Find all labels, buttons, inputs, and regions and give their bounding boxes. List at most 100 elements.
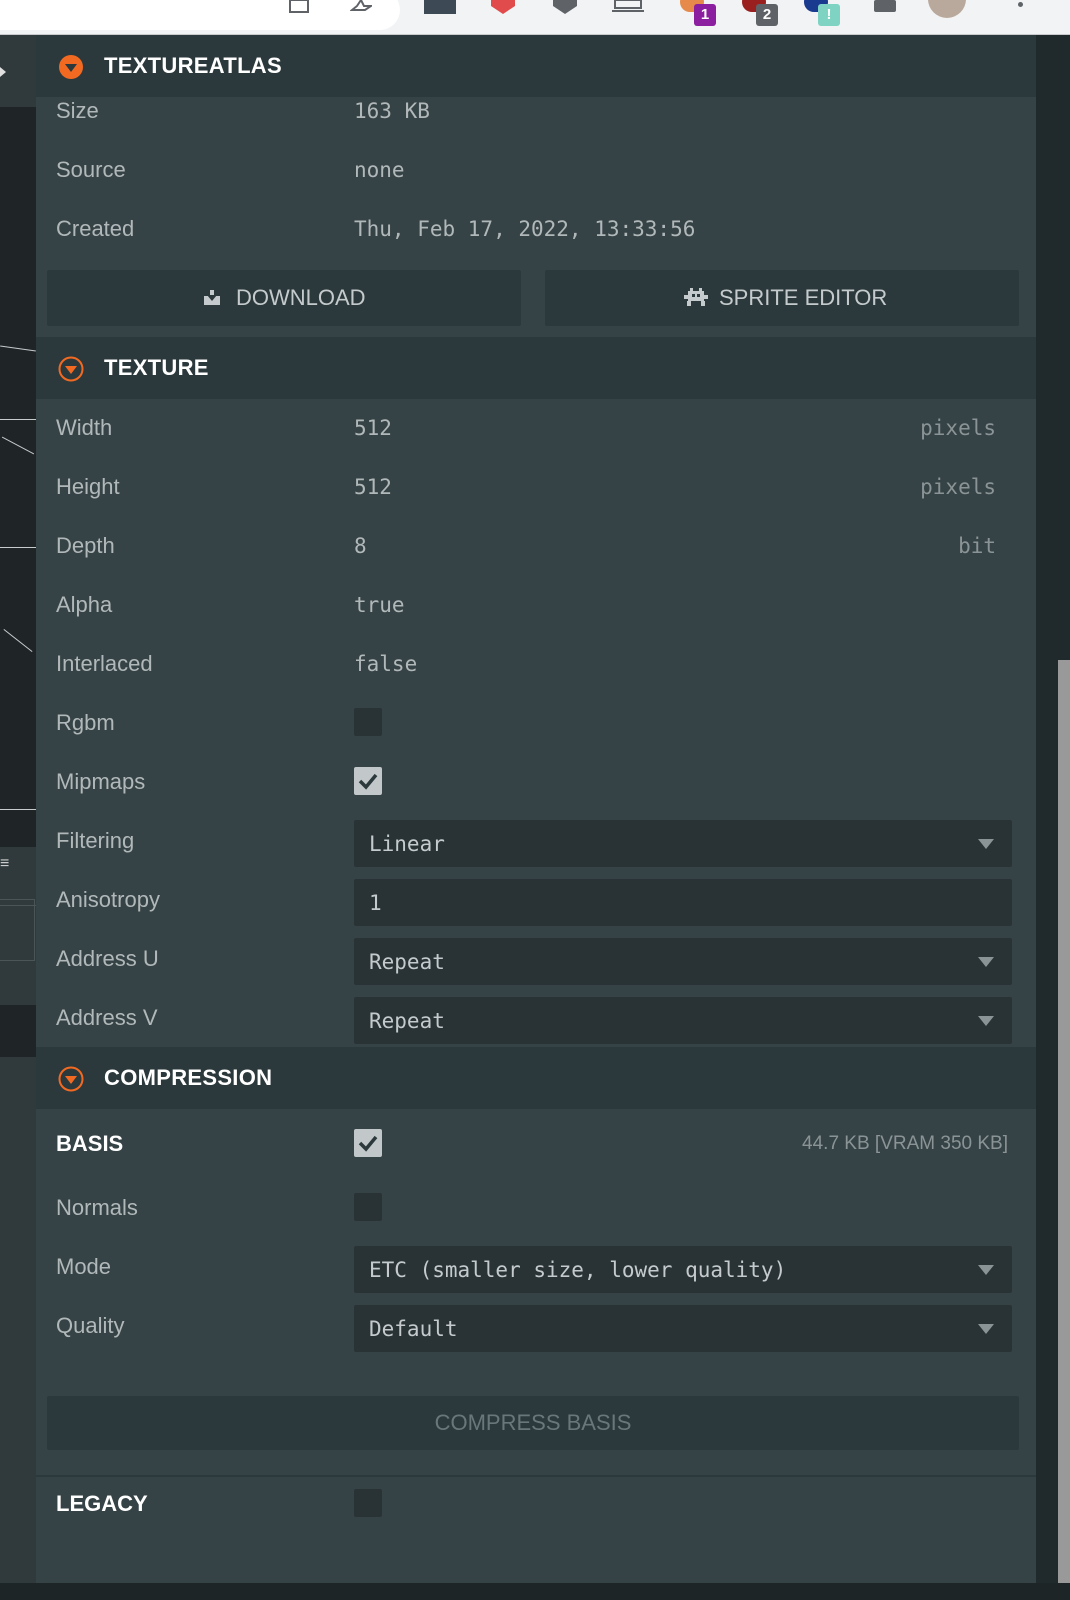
section-title: TEXTURE: [104, 355, 209, 380]
property-label: Normals: [56, 1195, 138, 1220]
section-title: TEXTUREATLAS: [104, 53, 282, 78]
dropdown-arrow-icon: [978, 957, 994, 967]
property-label: Mode: [56, 1254, 112, 1279]
checkmark-icon: [358, 773, 378, 790]
checkmark-icon: [358, 1135, 378, 1152]
property-label: Anisotropy: [56, 887, 160, 912]
property-label: Address V: [56, 1005, 158, 1030]
sprite-invader-icon: [684, 288, 708, 306]
property-value: Thu, Feb 17, 2022, 13:33:56: [354, 217, 696, 241]
property-row-size: Size 163 KB: [36, 82, 1036, 141]
property-label: Created: [56, 216, 135, 241]
property-row-mode: Mode ETC (smaller size, lower quality): [36, 1238, 1036, 1297]
property-label: Size: [56, 98, 99, 123]
menu-kebab-icon[interactable]: [1018, 2, 1023, 7]
viewport-button[interactable]: [0, 899, 35, 961]
compress-basis-button[interactable]: COMPRESS BASIS: [47, 1396, 1019, 1450]
button-label: SPRITE EDITOR: [719, 285, 888, 310]
property-label: Quality: [56, 1313, 125, 1338]
property-row-interlaced: Interlaced false: [36, 635, 1036, 694]
viewport-edge: ≡: [0, 35, 36, 1600]
property-row-source: Source none: [36, 141, 1036, 200]
property-label: Depth: [56, 533, 115, 558]
property-row-created: Created Thu, Feb 17, 2022, 13:33:56: [36, 200, 1036, 259]
property-row-rgbm: Rgbm: [36, 694, 1036, 753]
property-unit: pixels: [920, 416, 996, 440]
property-label: Height: [56, 474, 120, 499]
privacy-extension-icon[interactable]: [550, 0, 580, 22]
extensions-puzzle-icon[interactable]: [870, 0, 900, 22]
property-row-normals: Normals: [36, 1179, 1036, 1238]
scrollbar[interactable]: [1058, 660, 1070, 1600]
property-label: Mipmaps: [56, 769, 146, 794]
download-icon: [204, 290, 220, 305]
dropdown-arrow-icon: [978, 1265, 994, 1275]
address-bar[interactable]: [0, 0, 400, 30]
property-row-quality: Quality Default: [36, 1297, 1036, 1356]
property-row-anisotropy: Anisotropy 1: [36, 871, 1036, 930]
expand-arrow-icon[interactable]: [0, 67, 6, 77]
button-label: COMPRESS BASIS: [434, 1410, 632, 1435]
basis-size-info: 44.7 KB [VRAM 350 KB]: [802, 1133, 1008, 1154]
legacy-checkbox[interactable]: [354, 1489, 382, 1517]
property-row-height: Height 512 pixels: [36, 458, 1036, 517]
select-value: Default: [369, 1317, 458, 1341]
select-value: ETC (smaller size, lower quality): [369, 1258, 787, 1282]
collapse-toggle-icon[interactable]: [58, 356, 84, 382]
select-value: Repeat: [369, 950, 445, 974]
property-row-address-v: Address V Repeat: [36, 989, 1036, 1048]
property-row-alpha: Alpha true: [36, 576, 1036, 635]
rgbm-checkbox[interactable]: [354, 708, 382, 736]
shield-extension-icon[interactable]: [488, 0, 518, 22]
property-value: 512: [354, 475, 392, 499]
property-label: Rgbm: [56, 710, 115, 735]
extension-icon[interactable]: [424, 0, 456, 14]
normals-checkbox[interactable]: [354, 1193, 382, 1221]
section-header-compression[interactable]: COMPRESSION: [36, 1047, 1036, 1109]
extension-badge: 2: [756, 4, 778, 26]
anisotropy-input[interactable]: 1: [354, 879, 1012, 926]
share-icon[interactable]: [288, 0, 310, 22]
property-value: none: [354, 158, 405, 182]
select-value: Repeat: [369, 1009, 445, 1033]
select-value: Linear: [369, 832, 445, 856]
basis-checkbox[interactable]: [354, 1129, 382, 1157]
collapse-toggle-icon[interactable]: [58, 54, 84, 80]
viewport-menu-icon[interactable]: ≡: [0, 847, 36, 906]
property-label: Filtering: [56, 828, 135, 853]
property-row-basis: BASIS 44.7 KB [VRAM 350 KB]: [36, 1115, 1036, 1174]
property-label: LEGACY: [56, 1491, 148, 1516]
property-row-address-u: Address U Repeat: [36, 930, 1036, 989]
status-bar: [0, 1583, 1070, 1600]
screen-capture-icon[interactable]: [612, 0, 644, 22]
property-label: Interlaced: [56, 651, 153, 676]
property-row-width: Width 512 pixels: [36, 399, 1036, 458]
property-label: Source: [56, 157, 126, 182]
bookmark-star-icon[interactable]: [350, 0, 372, 22]
mipmaps-checkbox[interactable]: [354, 767, 382, 795]
property-value: true: [354, 593, 405, 617]
property-label: BASIS: [56, 1131, 124, 1156]
collapse-toggle-icon[interactable]: [58, 1066, 84, 1092]
property-row-legacy: LEGACY: [36, 1457, 1036, 1527]
property-unit: pixels: [920, 475, 996, 499]
quality-select[interactable]: Default: [354, 1305, 1012, 1352]
property-label: Width: [56, 415, 113, 440]
download-button[interactable]: DOWNLOAD: [47, 270, 521, 326]
sprite-editor-button[interactable]: SPRITE EDITOR: [545, 270, 1019, 326]
property-value: 8: [354, 534, 367, 558]
property-label: Alpha: [56, 592, 113, 617]
address-u-select[interactable]: Repeat: [354, 938, 1012, 985]
property-row-depth: Depth 8 bit: [36, 517, 1036, 576]
section-header-texture[interactable]: TEXTURE: [36, 337, 1036, 399]
property-row-mipmaps: Mipmaps: [36, 753, 1036, 812]
mode-select[interactable]: ETC (smaller size, lower quality): [354, 1246, 1012, 1293]
dropdown-arrow-icon: [978, 839, 994, 849]
property-value: 512: [354, 416, 392, 440]
address-v-select[interactable]: Repeat: [354, 997, 1012, 1044]
profile-avatar[interactable]: [928, 0, 966, 18]
filtering-select[interactable]: Linear: [354, 820, 1012, 867]
browser-toolbar: 1 2 !: [0, 0, 1070, 35]
dropdown-arrow-icon: [978, 1324, 994, 1334]
button-label: DOWNLOAD: [236, 285, 366, 310]
